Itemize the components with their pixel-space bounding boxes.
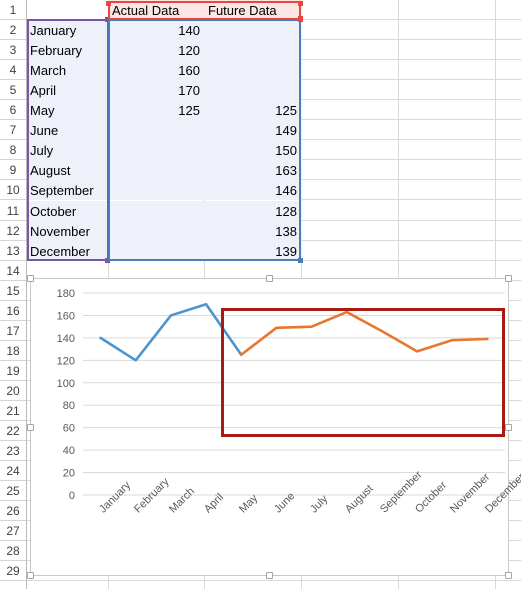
row-header[interactable]: 17 bbox=[0, 321, 26, 341]
y-axis-tick-label: 20 bbox=[63, 468, 75, 480]
y-axis-tick-label: 140 bbox=[57, 333, 75, 345]
cell-actual-7[interactable] bbox=[109, 120, 205, 140]
cell-future-8[interactable]: 150 bbox=[205, 140, 302, 160]
cell-actual-8[interactable] bbox=[109, 140, 205, 160]
row-header[interactable]: 5 bbox=[0, 80, 26, 100]
row-header[interactable]: 21 bbox=[0, 401, 26, 421]
row-header[interactable]: 16 bbox=[0, 301, 26, 321]
cell-future-11[interactable]: 128 bbox=[205, 201, 302, 221]
cell-actual-2[interactable]: 140 bbox=[109, 20, 205, 40]
cell-actual-6[interactable]: 125 bbox=[109, 100, 205, 120]
row-header[interactable]: 26 bbox=[0, 501, 26, 521]
row-header[interactable]: 2 bbox=[0, 20, 26, 40]
cell-b1-actual-data-header[interactable]: Actual Data bbox=[109, 0, 205, 20]
cell-month-5[interactable]: April bbox=[27, 80, 109, 100]
y-axis-tick-label: 60 bbox=[63, 423, 75, 435]
chart-series-line-future-data bbox=[239, 310, 489, 357]
y-axis-tick-label: 100 bbox=[57, 378, 75, 390]
row-header[interactable]: 24 bbox=[0, 461, 26, 481]
row-header[interactable]: 11 bbox=[0, 201, 26, 221]
cell-month-4[interactable]: March bbox=[27, 60, 109, 80]
cell-month-3[interactable]: February bbox=[27, 40, 109, 60]
grid-line-horizontal bbox=[26, 580, 521, 582]
y-axis-tick-label: 160 bbox=[57, 310, 75, 322]
row-header[interactable]: 13 bbox=[0, 241, 26, 261]
cell-actual-5[interactable]: 170 bbox=[109, 80, 205, 100]
cell-month-6[interactable]: May bbox=[27, 100, 109, 120]
row-header[interactable]: 6 bbox=[0, 100, 26, 120]
cell-actual-3[interactable]: 120 bbox=[109, 40, 205, 60]
cell-future-3[interactable] bbox=[205, 40, 302, 60]
chart-plot-area: 180 160 140 120 100 80 60 40 20 0 bbox=[57, 288, 505, 502]
row-header[interactable]: 29 bbox=[0, 561, 26, 581]
cell-future-13[interactable]: 139 bbox=[205, 241, 302, 261]
cell-future-7[interactable]: 149 bbox=[205, 120, 302, 140]
row-header[interactable]: 14 bbox=[0, 261, 26, 281]
cell-future-12[interactable]: 138 bbox=[205, 221, 302, 241]
row-header[interactable]: 10 bbox=[0, 180, 26, 200]
y-axis-tick-label: 40 bbox=[63, 445, 75, 457]
row-header[interactable]: 28 bbox=[0, 541, 26, 561]
y-axis-tick-label: 0 bbox=[69, 490, 75, 502]
cell-actual-12[interactable] bbox=[109, 221, 205, 241]
row-header[interactable]: 20 bbox=[0, 381, 26, 401]
row-header[interactable]: 12 bbox=[0, 221, 26, 241]
cell-a1[interactable] bbox=[27, 0, 109, 20]
row-header[interactable]: 27 bbox=[0, 521, 26, 541]
cell-month-9[interactable]: August bbox=[27, 160, 109, 180]
cell-month-13[interactable]: December bbox=[27, 241, 109, 261]
handle-label-topright[interactable] bbox=[298, 1, 303, 6]
cell-month-10[interactable]: September bbox=[27, 180, 109, 200]
cell-actual-11[interactable] bbox=[109, 201, 205, 221]
row-header[interactable]: 19 bbox=[0, 361, 26, 381]
row-header[interactable]: 1 bbox=[0, 0, 26, 20]
chart-series-line-actual-data bbox=[99, 302, 243, 362]
cell-month-11[interactable]: October bbox=[27, 201, 109, 221]
handle-category-bottomright[interactable] bbox=[105, 258, 110, 263]
cell-month-8[interactable]: July bbox=[27, 140, 109, 160]
row-header[interactable]: 4 bbox=[0, 60, 26, 80]
cell-future-2[interactable] bbox=[205, 20, 302, 40]
y-axis-tick-label: 120 bbox=[57, 355, 75, 367]
handle-label-topleft[interactable] bbox=[106, 1, 111, 6]
row-header[interactable]: 18 bbox=[0, 341, 26, 361]
cell-c1-future-data-header[interactable]: Future Data bbox=[205, 0, 302, 20]
row-header[interactable]: 25 bbox=[0, 481, 26, 501]
cell-month-12[interactable]: November bbox=[27, 221, 109, 241]
cell-actual-9[interactable] bbox=[109, 160, 205, 180]
y-axis-tick-label: 180 bbox=[57, 288, 75, 300]
handle-value-bottomright[interactable] bbox=[298, 258, 303, 263]
cell-future-5[interactable] bbox=[205, 80, 302, 100]
cell-month-2[interactable]: January bbox=[27, 20, 109, 40]
cell-actual-13[interactable] bbox=[109, 241, 205, 261]
row-header[interactable]: 8 bbox=[0, 140, 26, 160]
row-header[interactable]: 9 bbox=[0, 160, 26, 180]
handle-label-bottomright[interactable] bbox=[298, 16, 303, 21]
row-header[interactable]: 7 bbox=[0, 120, 26, 140]
handle-category-topright[interactable] bbox=[105, 17, 110, 22]
cell-future-4[interactable] bbox=[205, 60, 302, 80]
cell-future-6[interactable]: 125 bbox=[205, 100, 302, 120]
cell-actual-10[interactable] bbox=[109, 180, 205, 200]
row-header[interactable]: 15 bbox=[0, 281, 26, 301]
y-axis-tick-label: 80 bbox=[63, 400, 75, 412]
cell-future-9[interactable]: 163 bbox=[205, 160, 302, 180]
chart-object[interactable]: 180 160 140 120 100 80 60 40 20 0 January February… bbox=[30, 278, 521, 576]
cell-actual-4[interactable]: 160 bbox=[109, 60, 205, 80]
cell-month-7[interactable]: June bbox=[27, 120, 109, 140]
row-header[interactable]: 22 bbox=[0, 421, 26, 441]
row-header[interactable]: 3 bbox=[0, 40, 26, 60]
row-header-column: 1 2 3 4 5 6 7 8 9 10 11 12 13 14 15 16 17 18 19 20 21 22 23 24 2… bbox=[0, 0, 27, 589]
row-header[interactable]: 23 bbox=[0, 441, 26, 461]
cell-future-10[interactable]: 146 bbox=[205, 180, 302, 200]
